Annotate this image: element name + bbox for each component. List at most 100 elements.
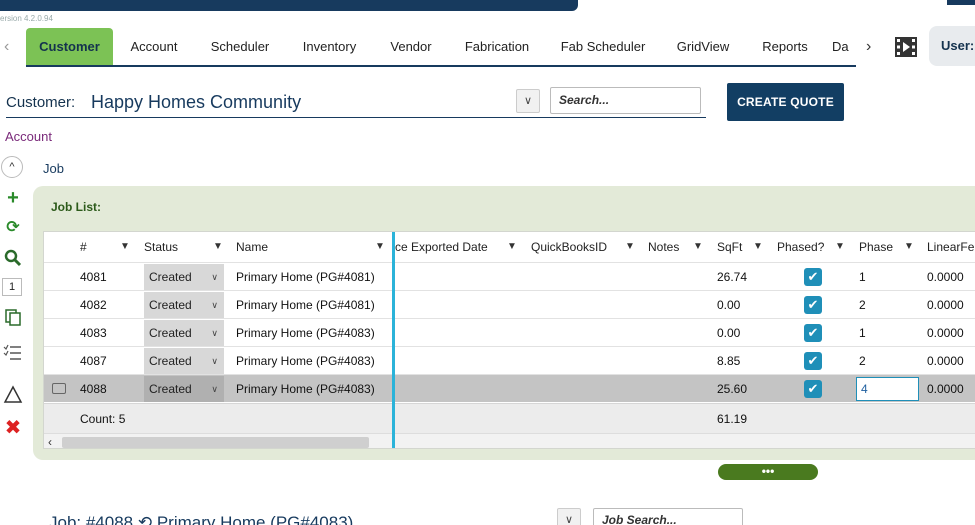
job-list-title: Job List: <box>51 200 101 214</box>
filter-icon[interactable]: ▼ <box>625 232 635 262</box>
refresh-icon[interactable]: ⟳ <box>3 218 23 238</box>
scroll-thumb[interactable] <box>62 437 369 448</box>
page-number[interactable]: 1 <box>2 278 22 296</box>
chevron-down-icon: ∨ <box>211 356 218 366</box>
phased-checkbox[interactable]: ✔ <box>804 352 822 370</box>
cell-linear-feet: 0.0000 <box>927 270 964 284</box>
filter-icon[interactable]: ▼ <box>213 232 223 262</box>
table-row[interactable]: 4082 Created ∨ Primary Home (PG#4081) 0.0… <box>44 290 975 318</box>
add-icon[interactable]: + <box>3 188 23 208</box>
tab-reports[interactable]: Reports <box>752 28 818 65</box>
filter-icon[interactable]: ▼ <box>904 232 914 262</box>
column-header-status[interactable]: Status <box>144 232 204 262</box>
collapse-chevron-up-icon[interactable]: ^ <box>1 156 23 178</box>
status-select[interactable]: Created ∨ <box>144 348 224 374</box>
column-header-number[interactable]: # <box>80 232 110 262</box>
frozen-column-divider[interactable] <box>392 232 395 448</box>
video-icon[interactable] <box>895 37 917 57</box>
filter-icon[interactable]: ▼ <box>835 232 845 262</box>
more-options-button[interactable]: ••• <box>718 464 818 480</box>
cell-name: Primary Home (PG#4081) <box>236 270 375 284</box>
column-header-notes[interactable]: Notes <box>648 232 688 262</box>
table-row[interactable]: 4087 Created ∨ Primary Home (PG#4083) 8.8… <box>44 346 975 374</box>
table-row-selected[interactable]: 4088 Created ∨ Primary Home (PG#4083) 25.… <box>44 374 975 402</box>
comment-icon[interactable] <box>52 383 66 394</box>
job-detail-header: Job: #4088 ⟲ Primary Home (PG#4083) ∨ Jo… <box>0 508 975 525</box>
tab-customer[interactable]: Customer <box>26 28 113 65</box>
phased-checkbox[interactable]: ✔ <box>804 296 822 314</box>
delete-icon[interactable]: ✖ <box>3 418 23 438</box>
cell-sqft: 0.00 <box>717 326 741 340</box>
customer-label: Customer: <box>6 94 76 111</box>
copy-icon[interactable] <box>3 307 23 327</box>
tabs-scroll-left-icon[interactable]: ‹ <box>4 38 9 56</box>
cell-sqft: 25.60 <box>717 382 748 396</box>
column-header-phase[interactable]: Phase <box>859 232 899 262</box>
user-menu[interactable]: User: <box>929 26 975 66</box>
job-detail-title: Job: #4088 ⟲ Primary Home (PG#4083) <box>49 513 354 525</box>
filter-icon[interactable]: ▼ <box>120 232 130 262</box>
status-select[interactable]: Created ∨ <box>144 292 224 318</box>
tab-vendor[interactable]: Vendor <box>380 28 442 65</box>
phase-input[interactable]: 4 <box>856 377 919 401</box>
warning-triangle-icon[interactable] <box>3 385 23 405</box>
cell-sqft: 0.00 <box>717 298 741 312</box>
cell-sqft: 26.74 <box>717 270 748 284</box>
table-row[interactable]: 4081 Created ∨ Primary Home (PG#4081) 26.… <box>44 262 975 290</box>
version-label: ersion 4.2.0.94 <box>0 14 53 23</box>
column-header-sqft[interactable]: SqFt <box>717 232 751 262</box>
account-link[interactable]: Account <box>5 129 52 144</box>
tab-gridview[interactable]: GridView <box>667 28 739 65</box>
status-select[interactable]: Created ∨ <box>144 320 224 346</box>
scroll-left-icon[interactable]: ‹ <box>48 434 52 448</box>
job-search-input[interactable]: Job Search... <box>593 508 743 525</box>
row-count: Count: 5 <box>80 412 126 426</box>
table-footer: Count: 5 61.19 <box>44 403 975 433</box>
tab-da[interactable]: Da <box>832 28 856 65</box>
column-header-name[interactable]: Name <box>236 232 316 262</box>
status-select[interactable]: Created ∨ <box>144 376 224 402</box>
tabs-underline <box>26 65 856 67</box>
tab-account[interactable]: Account <box>120 28 188 65</box>
checklist-icon[interactable] <box>3 343 23 363</box>
cell-linear-feet: 0.0000 <box>927 298 964 312</box>
status-select[interactable]: Created ∨ <box>144 264 224 290</box>
cell-name: Primary Home (PG#4081) <box>236 298 375 312</box>
horizontal-scrollbar[interactable]: ‹ <box>44 433 975 448</box>
customer-underline <box>6 117 706 118</box>
table-row[interactable]: 4083 Created ∨ Primary Home (PG#4083) 0.0… <box>44 318 975 346</box>
chevron-down-icon: ∨ <box>211 272 218 282</box>
tab-inventory[interactable]: Inventory <box>292 28 367 65</box>
cell-name: Primary Home (PG#4083) <box>236 326 375 340</box>
column-header-linear-feet[interactable]: LinearFe <box>927 232 975 262</box>
filter-icon[interactable]: ▼ <box>375 232 385 262</box>
phased-checkbox[interactable]: ✔ <box>804 268 822 286</box>
phased-checkbox[interactable]: ✔ <box>804 380 822 398</box>
customer-dropdown-chevron-down-icon[interactable]: ∨ <box>516 89 540 113</box>
tabs-scroll-right-icon[interactable]: › <box>866 38 871 56</box>
main-tabs: ‹ Customer Account Scheduler Inventory V… <box>0 28 975 67</box>
column-header-exported-date[interactable]: ce Exported Date <box>395 232 505 262</box>
customer-name[interactable]: Happy Homes Community <box>91 92 301 113</box>
job-list-panel: Job List: # ▼ Status ▼ Name ▼ ce Exporte… <box>33 186 975 460</box>
cell-name: Primary Home (PG#4083) <box>236 382 375 396</box>
cell-number: 4082 <box>80 298 107 312</box>
job-dropdown-chevron-down-icon[interactable]: ∨ <box>557 508 581 525</box>
tab-fabrication[interactable]: Fabrication <box>455 28 539 65</box>
filter-icon[interactable]: ▼ <box>693 232 703 262</box>
status-value: Created <box>149 298 192 312</box>
column-header-quickbooksid[interactable]: QuickBooksID <box>531 232 623 262</box>
column-header-phased[interactable]: Phased? <box>777 232 833 262</box>
cell-linear-feet: 0.0000 <box>927 382 964 396</box>
tab-scheduler[interactable]: Scheduler <box>200 28 280 65</box>
create-quote-button[interactable]: CREATE QUOTE <box>727 83 844 121</box>
cell-name: Primary Home (PG#4083) <box>236 354 375 368</box>
filter-icon[interactable]: ▼ <box>507 232 517 262</box>
job-list-grid: # ▼ Status ▼ Name ▼ ce Exported Date ▼ Q… <box>43 231 975 449</box>
phased-checkbox[interactable]: ✔ <box>804 324 822 342</box>
customer-search-input[interactable]: Search... <box>550 87 701 114</box>
search-icon[interactable] <box>3 248 23 268</box>
tab-fab-scheduler[interactable]: Fab Scheduler <box>552 28 654 65</box>
status-value: Created <box>149 382 192 396</box>
filter-icon[interactable]: ▼ <box>753 232 763 262</box>
